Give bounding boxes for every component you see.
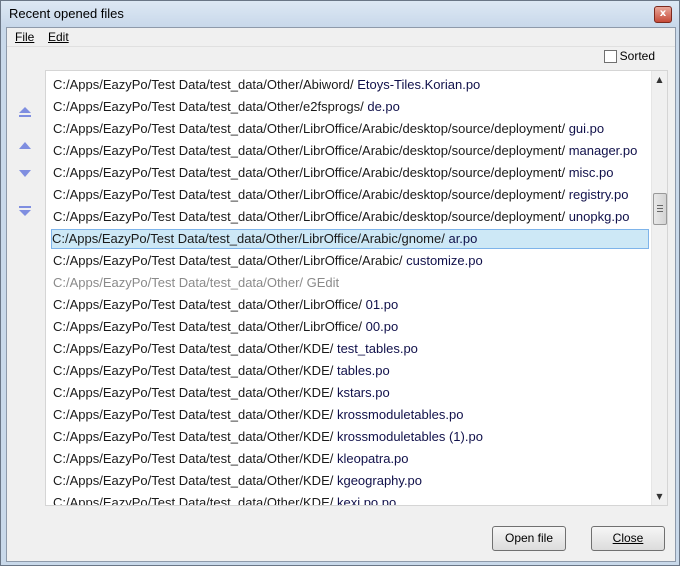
list-item[interactable]: C:/Apps/EazyPo/Test Data/test_data/Other… — [53, 449, 649, 469]
menu-edit[interactable]: Edit — [48, 30, 69, 44]
file-directory: C:/Apps/EazyPo/Test Data/test_data/Other… — [53, 275, 307, 290]
list-item[interactable]: C:/Apps/EazyPo/Test Data/test_data/Other… — [53, 119, 649, 139]
file-directory: C:/Apps/EazyPo/Test Data/test_data/Other… — [53, 473, 337, 488]
file-name: de.po — [367, 99, 400, 114]
list-item[interactable]: C:/Apps/EazyPo/Test Data/test_data/Other… — [53, 295, 649, 315]
list-item[interactable]: C:/Apps/EazyPo/Test Data/test_data/Other… — [53, 207, 649, 227]
sorted-checkbox[interactable] — [603, 49, 617, 63]
file-directory: C:/Apps/EazyPo/Test Data/test_data/Other… — [53, 341, 337, 356]
file-name: misc.po — [568, 165, 614, 180]
menu-file[interactable]: File — [15, 30, 34, 44]
window-title: Recent opened files — [9, 6, 124, 21]
list-item[interactable]: C:/Apps/EazyPo/Test Data/test_data/Other… — [53, 493, 649, 506]
list-item[interactable]: C:/Apps/EazyPo/Test Data/test_data/Other… — [53, 251, 649, 271]
title-bar[interactable]: Recent opened files x — [1, 1, 679, 27]
list-item[interactable]: C:/Apps/EazyPo/Test Data/test_data/Other… — [53, 471, 649, 491]
list-item[interactable]: C:/Apps/EazyPo/Test Data/test_data/Other… — [53, 163, 649, 183]
sorted-label: Sorted — [619, 49, 655, 63]
file-name: krossmoduletables.po — [336, 407, 464, 422]
list-item[interactable]: C:/Apps/EazyPo/Test Data/test_data/Other… — [53, 75, 649, 95]
list-item[interactable]: C:/Apps/EazyPo/Test Data/test_data/Other… — [53, 383, 649, 403]
file-name: kgeography.po — [336, 473, 423, 488]
file-name: kstars.po — [336, 385, 390, 400]
close-button[interactable]: Close — [591, 526, 665, 551]
scroll-down-arrow-icon[interactable]: ▼ — [655, 492, 664, 501]
file-name: manager.po — [568, 143, 638, 158]
file-name: registry.po — [568, 187, 629, 202]
file-name: ar.po — [448, 231, 478, 246]
file-name: customize.po — [406, 253, 483, 268]
list-item[interactable]: C:/Apps/EazyPo/Test Data/test_data/Other… — [53, 141, 649, 161]
file-directory: C:/Apps/EazyPo/Test Data/test_data/Other… — [53, 143, 569, 158]
file-directory: C:/Apps/EazyPo/Test Data/test_data/Other… — [53, 253, 407, 268]
sorted-checkbox-control[interactable]: Sorted — [603, 49, 655, 63]
file-name: test_tables.po — [336, 341, 418, 356]
file-name: 01.po — [365, 297, 399, 312]
file-name: Etoys-Tiles.Korian.po — [357, 77, 481, 92]
file-directory: C:/Apps/EazyPo/Test Data/test_data/Other… — [53, 495, 337, 506]
file-directory: C:/Apps/EazyPo/Test Data/test_data/Other… — [53, 407, 337, 422]
dialog-client-area: File Edit Sorted C:/Apps/EazyPo/Test Dat… — [6, 27, 676, 562]
move-to-bottom-icon[interactable] — [18, 205, 32, 217]
window-close-button[interactable]: x — [654, 6, 672, 23]
vertical-scrollbar[interactable]: ▲ ▼ — [651, 71, 667, 505]
file-directory: C:/Apps/EazyPo/Test Data/test_data/Other… — [53, 451, 337, 466]
list-item[interactable]: C:/Apps/EazyPo/Test Data/test_data/Other… — [53, 273, 649, 293]
recent-files-window: Recent opened files x File Edit Sorted C… — [0, 0, 680, 566]
file-directory: C:/Apps/EazyPo/Test Data/test_data/Other… — [52, 231, 449, 246]
list-item[interactable]: C:/Apps/EazyPo/Test Data/test_data/Other… — [53, 361, 649, 381]
recent-files-list[interactable]: C:/Apps/EazyPo/Test Data/test_data/Other… — [45, 70, 668, 506]
list-item[interactable]: C:/Apps/EazyPo/Test Data/test_data/Other… — [53, 427, 649, 447]
list-item[interactable]: C:/Apps/EazyPo/Test Data/test_data/Other… — [53, 97, 649, 117]
move-up-icon[interactable] — [18, 141, 32, 150]
file-name: tables.po — [336, 363, 390, 378]
open-file-button[interactable]: Open file — [492, 526, 566, 551]
menu-bar: File Edit — [7, 28, 675, 47]
file-name: GEdit — [306, 275, 340, 290]
close-button-label: Close — [612, 531, 644, 545]
file-directory: C:/Apps/EazyPo/Test Data/test_data/Other… — [53, 385, 337, 400]
file-directory: C:/Apps/EazyPo/Test Data/test_data/Other… — [53, 121, 569, 136]
scrollbar-thumb[interactable] — [653, 193, 667, 225]
file-directory: C:/Apps/EazyPo/Test Data/test_data/Other… — [53, 319, 366, 334]
file-name: kexi.po.po — [336, 495, 397, 506]
list-item[interactable]: C:/Apps/EazyPo/Test Data/test_data/Other… — [51, 229, 649, 249]
move-down-icon[interactable] — [18, 169, 32, 178]
file-directory: C:/Apps/EazyPo/Test Data/test_data/Other… — [53, 187, 569, 202]
list-item[interactable]: C:/Apps/EazyPo/Test Data/test_data/Other… — [53, 317, 649, 337]
file-directory: C:/Apps/EazyPo/Test Data/test_data/Other… — [53, 99, 368, 114]
file-name: unopkg.po — [568, 209, 630, 224]
list-item[interactable]: C:/Apps/EazyPo/Test Data/test_data/Other… — [53, 405, 649, 425]
file-directory: C:/Apps/EazyPo/Test Data/test_data/Other… — [53, 363, 337, 378]
file-directory: C:/Apps/EazyPo/Test Data/test_data/Other… — [53, 429, 337, 444]
file-name: krossmoduletables (1).po — [336, 429, 483, 444]
file-directory: C:/Apps/EazyPo/Test Data/test_data/Other… — [53, 77, 358, 92]
list-item[interactable]: C:/Apps/EazyPo/Test Data/test_data/Other… — [53, 185, 649, 205]
list-item[interactable]: C:/Apps/EazyPo/Test Data/test_data/Other… — [53, 339, 649, 359]
file-name: gui.po — [568, 121, 605, 136]
file-directory: C:/Apps/EazyPo/Test Data/test_data/Other… — [53, 297, 366, 312]
file-directory: C:/Apps/EazyPo/Test Data/test_data/Other… — [53, 209, 569, 224]
move-to-top-icon[interactable] — [18, 106, 32, 118]
file-name: kleopatra.po — [336, 451, 409, 466]
scroll-up-arrow-icon[interactable]: ▲ — [655, 75, 664, 84]
file-name: 00.po — [365, 319, 399, 334]
file-directory: C:/Apps/EazyPo/Test Data/test_data/Other… — [53, 165, 569, 180]
